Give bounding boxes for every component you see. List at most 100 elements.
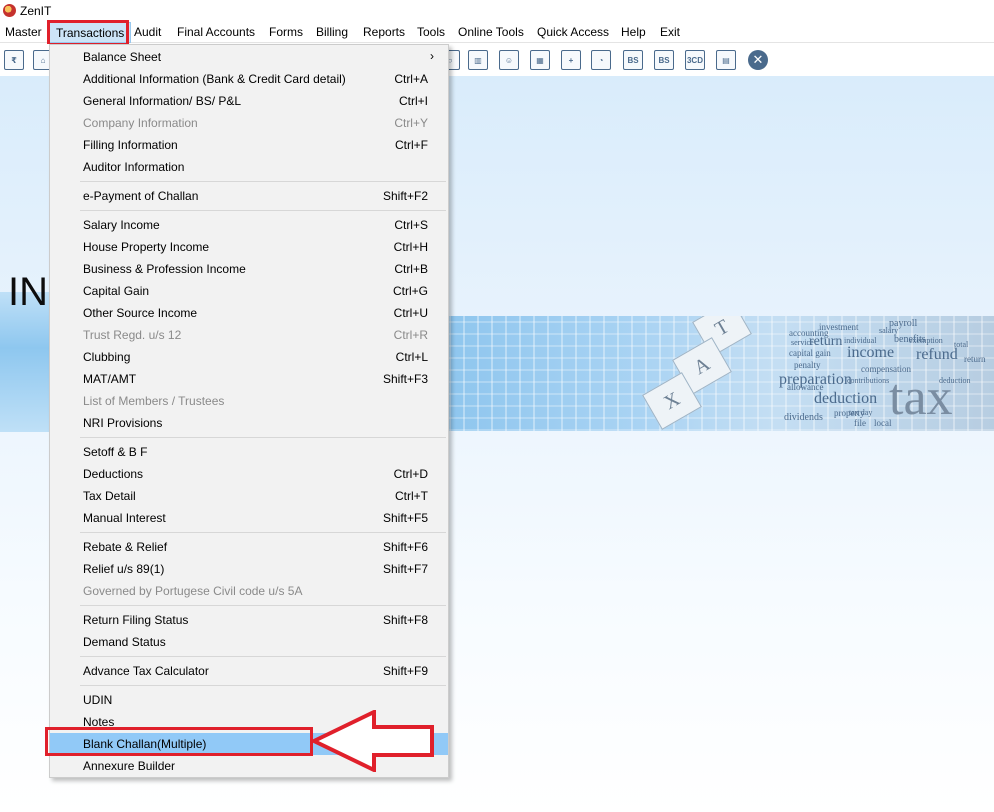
- menuitem-shortcut: Ctrl+T: [395, 489, 428, 503]
- menuitem-label: Deductions: [83, 467, 144, 481]
- menu-separator: [80, 605, 446, 606]
- gauge-icon[interactable]: ◔: [591, 50, 611, 70]
- bs-label: BS: [627, 55, 639, 65]
- calendar-icon[interactable]: ▦: [530, 50, 550, 70]
- menuitem-business-profession-income[interactable]: Business & Profession Income Ctrl+B: [50, 258, 448, 280]
- banner-word: deduction: [939, 376, 971, 385]
- menuitem-shortcut: Ctrl+D: [393, 467, 428, 481]
- menuitem-label: Relief u/s 89(1): [83, 562, 165, 576]
- menuitem-label: Demand Status: [83, 635, 166, 649]
- menu-billing[interactable]: Billing: [316, 25, 348, 39]
- report-bars-icon[interactable]: ▥: [468, 50, 488, 70]
- menuitem-other-source-income[interactable]: Other Source Income Ctrl+U: [50, 302, 448, 324]
- menu-reports[interactable]: Reports: [363, 25, 405, 39]
- menuitem-label: Manual Interest: [83, 511, 166, 525]
- menu-bar: Master Transactions Audit Final Accounts…: [0, 22, 994, 43]
- menuitem-shortcut: Ctrl+H: [393, 240, 428, 254]
- banner-word: allowance: [787, 382, 824, 392]
- window-title: ZenIT: [20, 4, 52, 18]
- banner-word: compensation: [861, 364, 911, 374]
- menu-online-tools[interactable]: Online Tools: [458, 25, 524, 39]
- menu-exit[interactable]: Exit: [660, 25, 680, 39]
- calculator-doc-icon[interactable]: ▤: [716, 50, 736, 70]
- menuitem-label: Setoff & B F: [83, 445, 148, 459]
- menuitem-demand-status[interactable]: Demand Status: [50, 631, 448, 653]
- banner-word: local: [874, 418, 892, 428]
- banner-word: exemption: [909, 336, 943, 345]
- menuitem-auditor-information[interactable]: Auditor Information: [50, 156, 448, 178]
- menu-separator: [80, 532, 446, 533]
- menuitem-label: Auditor Information: [83, 160, 185, 174]
- menuitem-label: MAT/AMT: [83, 372, 137, 386]
- annotation-box-transactions: [47, 20, 129, 46]
- app-logo-icon: [3, 4, 16, 17]
- menuitem-nri-provisions[interactable]: NRI Provisions: [50, 412, 448, 434]
- annotation-box-blank-challan: [45, 727, 313, 756]
- menuitem-setoff-bf[interactable]: Setoff & B F: [50, 441, 448, 463]
- menu-forms[interactable]: Forms: [269, 25, 303, 39]
- balance-sheet-icon[interactable]: BS: [623, 50, 643, 70]
- banner-word: service: [791, 338, 814, 347]
- add-folder-icon[interactable]: +: [561, 50, 581, 70]
- menuitem-label: Clubbing: [83, 350, 131, 364]
- menu-master[interactable]: Master: [5, 25, 42, 39]
- menu-separator: [80, 656, 446, 657]
- bs-schedule-icon[interactable]: BS: [654, 50, 674, 70]
- menuitem-relief-89[interactable]: Relief u/s 89(1) Shift+F7: [50, 558, 448, 580]
- menuitem-shortcut: Ctrl+L: [395, 350, 428, 364]
- menuitem-shortcut: Ctrl+S: [394, 218, 428, 232]
- menuitem-shortcut: Shift+F6: [382, 540, 428, 554]
- menu-quick-access[interactable]: Quick Access: [537, 25, 609, 39]
- banner-word: capital gain: [789, 348, 831, 358]
- menu-audit[interactable]: Audit: [134, 25, 161, 39]
- menuitem-label: Additional Information (Bank & Credit Ca…: [83, 72, 346, 86]
- menuitem-general-information[interactable]: General Information/ BS/ P&L Ctrl+I: [50, 90, 448, 112]
- menuitem-label: Governed by Portugese Civil code u/s 5A: [83, 584, 303, 598]
- menuitem-e-payment-of-challan[interactable]: e-Payment of Challan Shift+F2: [50, 185, 448, 207]
- menu-tools[interactable]: Tools: [417, 25, 445, 39]
- menuitem-shortcut: Shift+F8: [382, 613, 428, 627]
- menuitem-manual-interest[interactable]: Manual Interest Shift+F5: [50, 507, 448, 529]
- menuitem-mat-amt[interactable]: MAT/AMT Shift+F3: [50, 368, 448, 390]
- bs-sch-label: BS: [658, 55, 670, 65]
- menuitem-shortcut: Shift+F9: [382, 664, 428, 678]
- menuitem-capital-gain[interactable]: Capital Gain Ctrl+G: [50, 280, 448, 302]
- menuitem-portugese-civil-code: Governed by Portugese Civil code u/s 5A: [50, 580, 448, 602]
- menuitem-label: Tax Detail: [83, 489, 136, 503]
- menuitem-house-property-income[interactable]: House Property Income Ctrl+H: [50, 236, 448, 258]
- menuitem-advance-tax-calculator[interactable]: Advance Tax Calculator Shift+F9: [50, 660, 448, 682]
- user-doc-icon[interactable]: ☺: [499, 50, 519, 70]
- menuitem-label: Annexure Builder: [83, 759, 176, 773]
- banner-word: deduction: [814, 390, 878, 407]
- menuitem-filling-information[interactable]: Filling Information Ctrl+F: [50, 134, 448, 156]
- banner-word: total: [954, 340, 969, 349]
- form-3cd-icon[interactable]: 3CD: [685, 50, 705, 70]
- menuitem-tax-detail[interactable]: Tax Detail Ctrl+T: [50, 485, 448, 507]
- menuitem-label: NRI Provisions: [83, 416, 163, 430]
- menuitem-label: UDIN: [83, 693, 113, 707]
- menuitem-additional-information[interactable]: Additional Information (Bank & Credit Ca…: [50, 68, 448, 90]
- menuitem-balance-sheet[interactable]: Balance Sheet ›: [50, 46, 448, 68]
- menuitem-udin[interactable]: UDIN: [50, 689, 448, 711]
- menuitem-label: Capital Gain: [83, 284, 150, 298]
- menuitem-rebate-relief[interactable]: Rebate & Relief Shift+F6: [50, 536, 448, 558]
- menuitem-list-of-members: List of Members / Trustees: [50, 390, 448, 412]
- menuitem-shortcut: Shift+F2: [382, 189, 428, 203]
- rupee-doc-icon[interactable]: ₹: [4, 50, 24, 70]
- menuitem-label: Other Source Income: [83, 306, 198, 320]
- menuitem-clubbing[interactable]: Clubbing Ctrl+L: [50, 346, 448, 368]
- menuitem-return-filing-status[interactable]: Return Filing Status Shift+F8: [50, 609, 448, 631]
- menuitem-deductions[interactable]: Deductions Ctrl+D: [50, 463, 448, 485]
- banner-word: tax day: [849, 408, 873, 417]
- menu-final-accounts[interactable]: Final Accounts: [177, 25, 255, 39]
- menuitem-label: Salary Income: [83, 218, 160, 232]
- close-icon[interactable]: ✕: [748, 50, 768, 70]
- menuitem-salary-income[interactable]: Salary Income Ctrl+S: [50, 214, 448, 236]
- banner-word: penalty: [794, 360, 821, 370]
- annotation-arrow-icon: [312, 710, 434, 772]
- menuitem-label: e-Payment of Challan: [83, 189, 199, 203]
- banner-word: contributions: [847, 376, 890, 385]
- menu-help[interactable]: Help: [621, 25, 646, 39]
- menuitem-company-information: Company Information Ctrl+Y: [50, 112, 448, 134]
- banner-word: file: [854, 418, 866, 428]
